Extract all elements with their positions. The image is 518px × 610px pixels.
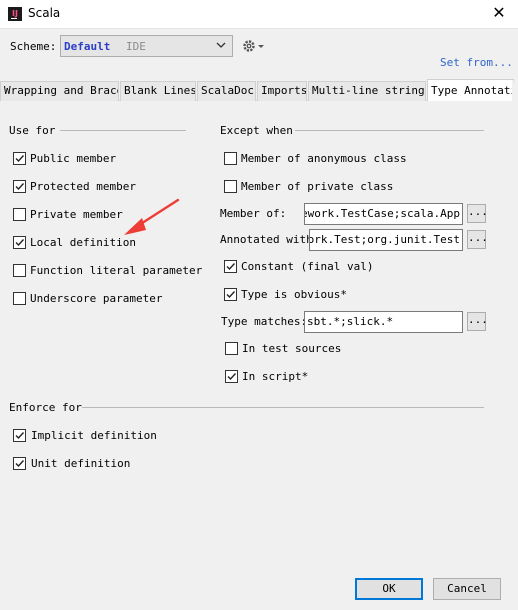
unit-definition-checkbox[interactable]	[13, 457, 26, 470]
type-annotations-panel: Use for Public member Protected member P…	[0, 101, 518, 559]
in-test-sources-label: In test sources	[242, 342, 342, 355]
in-script-label: In script*	[242, 370, 309, 383]
protected-member-label: Protected member	[30, 180, 136, 193]
tab-blank-lines[interactable]: Blank Lines	[120, 81, 196, 101]
protected-member-checkbox[interactable]	[13, 180, 26, 193]
except-when-title: Except when	[220, 124, 293, 137]
local-definition-label: Local definition	[30, 236, 136, 249]
tab-scaladoc[interactable]: ScalaDoc	[197, 81, 256, 101]
function-literal-parameter-checkbox[interactable]	[13, 264, 26, 277]
scheme-tag: IDE	[126, 40, 146, 53]
scheme-label: Scheme:	[10, 40, 57, 53]
type-is-obvious-label: Type is obvious*	[241, 288, 347, 301]
implicit-definition-checkbox[interactable]	[13, 429, 26, 442]
checkmark-icon	[15, 239, 25, 247]
type-matches-browse-button[interactable]: ...	[467, 312, 488, 331]
checkmark-icon	[15, 183, 25, 191]
checkmark-icon	[15, 432, 25, 440]
checkmark-icon	[226, 263, 236, 271]
private-member-checkbox[interactable]	[13, 208, 26, 221]
public-member-label: Public member	[30, 152, 117, 165]
close-icon[interactable]: ✕	[490, 4, 508, 22]
type-is-obvious-checkbox[interactable]	[224, 288, 237, 301]
ok-button[interactable]: OK	[355, 578, 423, 600]
gear-icon[interactable]	[241, 38, 265, 54]
in-test-sources-checkbox[interactable]	[225, 342, 238, 355]
set-from-link[interactable]: Set from...	[440, 56, 513, 69]
member-anonymous-class-checkbox[interactable]	[224, 152, 237, 165]
checkmark-icon	[15, 155, 25, 163]
annotated-with-value: ework.Test;org.junit.Test	[309, 233, 460, 246]
tab-imports[interactable]: Imports	[257, 81, 307, 101]
scheme-value: Default	[64, 40, 111, 53]
public-member-checkbox[interactable]	[13, 152, 26, 165]
scheme-dropdown[interactable]: Default IDE	[60, 35, 233, 57]
checkmark-icon	[227, 373, 237, 381]
underscore-parameter-label: Underscore parameter	[30, 292, 163, 305]
use-for-title: Use for	[9, 124, 56, 137]
enforce-for-title: Enforce for	[9, 401, 82, 414]
tab-bar: Wrapping and Braces Blank Lines ScalaDoc…	[0, 79, 518, 102]
type-matches-field[interactable]: sbt.*;slick.*	[304, 311, 463, 333]
constant-label: Constant (final val)	[241, 260, 374, 273]
constant-checkbox[interactable]	[224, 260, 237, 273]
member-private-class-label: Member of private class	[241, 180, 394, 193]
tab-wrapping-and-braces[interactable]: Wrapping and Braces	[0, 81, 119, 101]
in-script-checkbox[interactable]	[225, 370, 238, 383]
member-of-label: Member of:	[220, 207, 287, 220]
chevron-down-icon	[216, 42, 226, 48]
member-anonymous-class-label: Member of anonymous class	[241, 152, 407, 165]
type-matches-label: Type matches:	[221, 315, 308, 328]
member-private-class-checkbox[interactable]	[224, 180, 237, 193]
implicit-definition-label: Implicit definition	[31, 429, 157, 442]
member-of-browse-button[interactable]: ...	[467, 204, 488, 223]
type-matches-value: sbt.*;slick.*	[307, 315, 394, 328]
annotated-with-field[interactable]: ework.Test;org.junit.Test	[309, 229, 463, 251]
annotated-with-label: Annotated with:	[220, 233, 320, 246]
title-bar: IJ Scala ✕	[0, 0, 518, 29]
tab-type-annotations[interactable]: Type Annotati	[427, 79, 514, 102]
window-title: Scala	[28, 6, 61, 20]
tab-scroll-edge	[512, 81, 518, 101]
tab-multi-line-strings[interactable]: Multi-line strings	[308, 81, 426, 101]
intellij-app-icon: IJ	[8, 7, 22, 21]
function-literal-parameter-label: Function literal parameter	[30, 264, 203, 277]
unit-definition-label: Unit definition	[31, 457, 131, 470]
local-definition-checkbox[interactable]	[13, 236, 26, 249]
member-of-field[interactable]: mework.TestCase;scala.App	[304, 203, 463, 225]
underscore-parameter-checkbox[interactable]	[13, 292, 26, 305]
member-of-value: mework.TestCase;scala.App	[304, 207, 460, 220]
enforce-for-separator	[82, 407, 484, 408]
cancel-button[interactable]: Cancel	[433, 578, 501, 600]
annotated-with-browse-button[interactable]: ...	[467, 230, 488, 249]
except-when-separator	[295, 130, 484, 131]
use-for-separator	[60, 130, 186, 131]
checkmark-icon	[226, 291, 236, 299]
private-member-label: Private member	[30, 208, 123, 221]
checkmark-icon	[15, 460, 25, 468]
